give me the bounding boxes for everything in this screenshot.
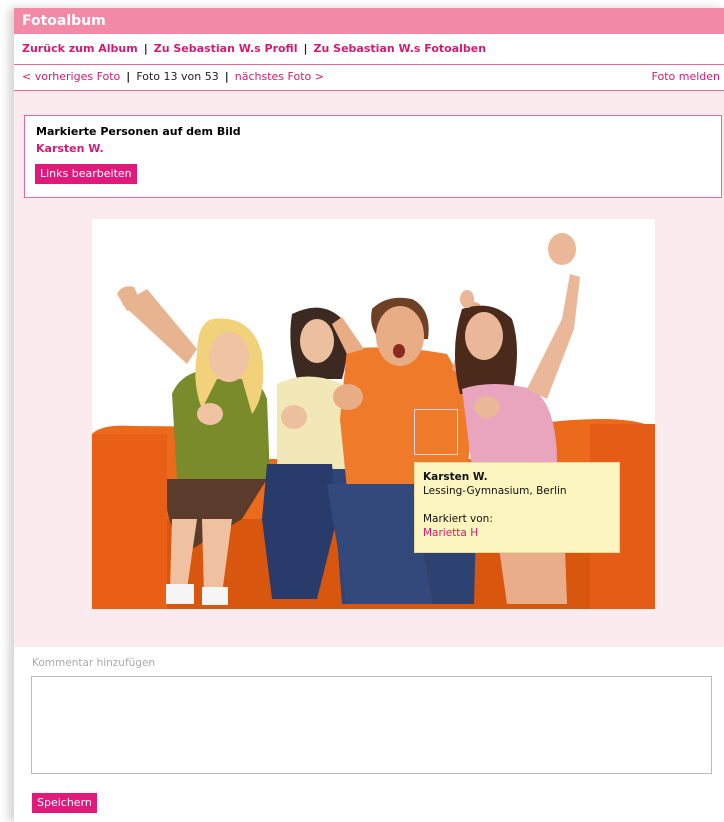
tooltip-school: Lessing-Gymnasium, Berlin — [423, 485, 567, 497]
report-photo-link[interactable]: Foto melden — [652, 65, 720, 89]
back-to-album-link[interactable]: Zurück zum Album — [22, 42, 138, 55]
main-content: Markierte Personen auf dem Bild Karsten … — [14, 91, 724, 822]
tagged-people-box: Markierte Personen auf dem Bild Karsten … — [24, 115, 722, 198]
tagged-person-link[interactable]: Karsten W. — [36, 142, 104, 155]
tag-tooltip: Karsten W. Lessing-Gymnasium, Berlin Mar… — [414, 462, 620, 553]
tooltip-name: Karsten W. — [423, 471, 488, 483]
save-button[interactable]: Speichern — [32, 793, 97, 813]
nav-separator: | — [143, 42, 148, 55]
tooltip-tagged-by-label: Markiert von: — [423, 513, 493, 525]
nav-separator: | — [303, 42, 308, 55]
photo-pagination: < vorheriges Foto | Foto 13 von 53 | nächste… — [14, 65, 724, 91]
previous-photo-link[interactable]: < vorheriges Foto — [22, 70, 120, 83]
comment-label: Kommentar hinzufügen — [32, 657, 156, 669]
photo-panel: Markierte Personen auf dem Bild Karsten … — [14, 91, 724, 647]
album-photo[interactable]: Karsten W. Lessing-Gymnasium, Berlin Mar… — [92, 219, 655, 609]
photo-counter: Foto 13 von 53 — [136, 70, 219, 83]
tagged-people-heading: Markierte Personen auf dem Bild — [36, 125, 241, 138]
tag-frame[interactable] — [414, 409, 458, 455]
nav-separator: | — [224, 70, 229, 83]
edit-links-button[interactable]: Links bearbeiten — [35, 164, 137, 184]
profile-link[interactable]: Zu Sebastian W.s Profil — [154, 42, 298, 55]
photo-albums-link[interactable]: Zu Sebastian W.s Fotoalben — [314, 42, 487, 55]
album-navigation: Zurück zum Album | Zu Sebastian W.s Profil… — [14, 34, 724, 65]
page-title: Fotoalbum — [14, 8, 724, 34]
nav-separator: | — [126, 70, 131, 83]
photo-album-window: Fotoalbum Zurück zum Album | Zu Sebastian … — [14, 8, 724, 822]
tooltip-tagged-by-link[interactable]: Marietta H — [423, 526, 611, 540]
next-photo-link[interactable]: nächstes Foto > — [235, 70, 324, 83]
comment-input[interactable] — [31, 676, 712, 774]
